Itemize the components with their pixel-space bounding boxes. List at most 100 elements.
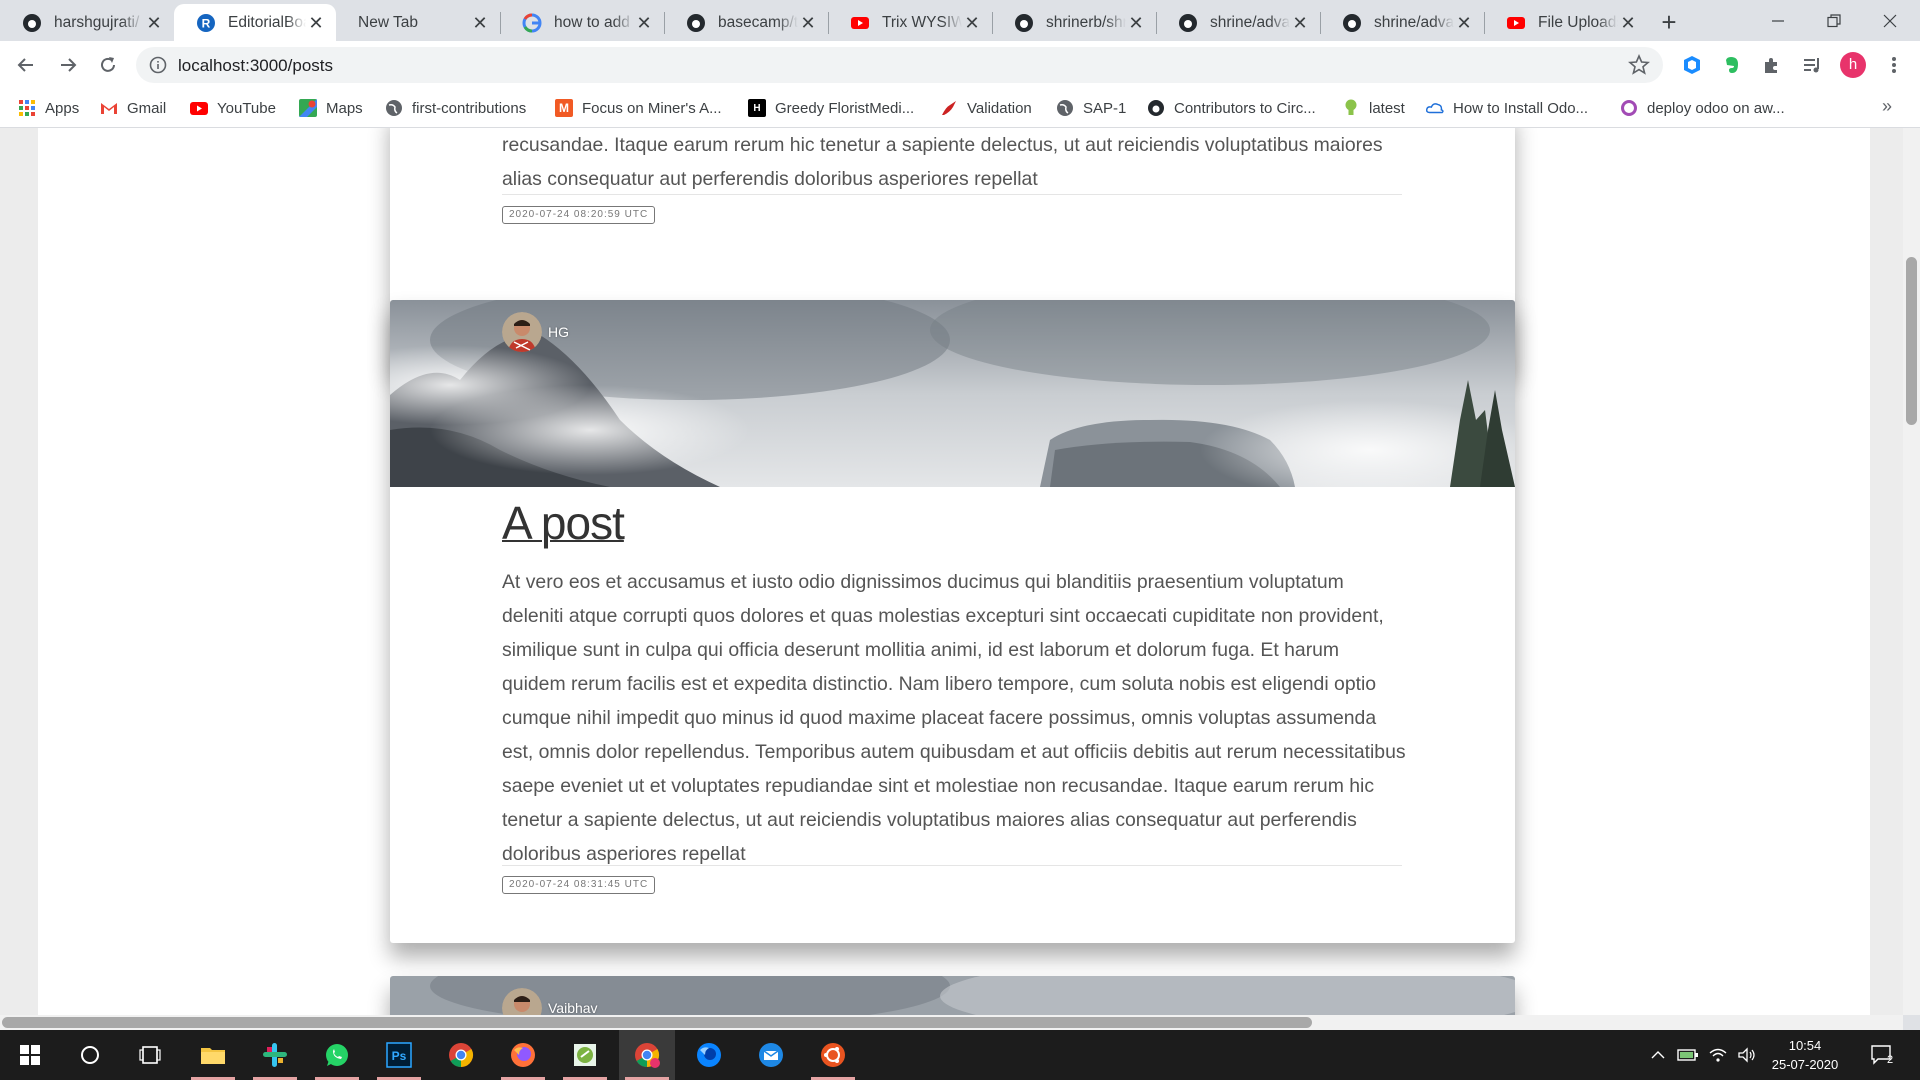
bookmark-first-contributions[interactable]: first-contributions: [385, 98, 526, 118]
reload-button[interactable]: [92, 49, 124, 81]
chrome-icon[interactable]: [433, 1030, 489, 1080]
maps-icon: [299, 99, 317, 117]
close-tab-icon[interactable]: ✕: [1290, 13, 1310, 33]
hackerrank-icon: H: [748, 99, 766, 117]
youtube-icon: [190, 99, 208, 117]
tab-shrine-advanced-1[interactable]: shrine/advan ✕: [1156, 4, 1320, 41]
close-tab-icon[interactable]: ✕: [798, 13, 818, 33]
url-text[interactable]: localhost:3000/posts: [178, 56, 333, 76]
close-tab-icon[interactable]: ✕: [1618, 13, 1638, 33]
tab-google-search[interactable]: how to add t ✕: [500, 4, 664, 41]
slack-icon[interactable]: [247, 1030, 303, 1080]
minimize-button[interactable]: [1750, 0, 1806, 41]
battery-icon[interactable]: [1674, 1030, 1702, 1080]
bookmark-contributors[interactable]: Contributors to Circ...: [1147, 98, 1316, 118]
author-avatar: [502, 988, 542, 1015]
bookmark-gmail[interactable]: Gmail: [100, 98, 166, 118]
photoshop-icon[interactable]: Ps: [371, 1030, 427, 1080]
new-tab-button[interactable]: +: [1655, 9, 1683, 37]
restore-button[interactable]: [1806, 0, 1862, 41]
windows-taskbar: Ps 10:54 25-07-2020 2: [0, 1030, 1920, 1080]
extensions-puzzle-icon[interactable]: [1760, 53, 1784, 77]
post-divider: [502, 194, 1402, 195]
whatsapp-icon[interactable]: [309, 1030, 365, 1080]
author-name[interactable]: Vaibhav: [548, 1000, 598, 1015]
google-icon: [522, 12, 542, 33]
bookmark-apps[interactable]: Apps: [18, 98, 79, 118]
bookmark-deploy-odoo[interactable]: deploy odoo on aw...: [1620, 98, 1785, 118]
bookmark-youtube[interactable]: YouTube: [190, 98, 276, 118]
post-timestamp: 2020-07-24 08:31:45 UTC: [502, 876, 656, 894]
close-tab-icon[interactable]: ✕: [962, 13, 982, 33]
svg-text:Ps: Ps: [392, 1049, 407, 1063]
close-tab-icon[interactable]: ✕: [1126, 13, 1146, 33]
system-clock[interactable]: 10:54 25-07-2020: [1762, 1036, 1848, 1074]
globe-icon: [1056, 99, 1074, 117]
profile-avatar[interactable]: h: [1840, 52, 1866, 78]
tab-new-tab[interactable]: New Tab ✕: [336, 4, 500, 41]
file-explorer-icon[interactable]: [185, 1030, 241, 1080]
bookmark-greedy-florist[interactable]: H Greedy FloristMedi...: [748, 98, 914, 118]
media-control-icon[interactable]: [1800, 53, 1824, 77]
notification-center-icon[interactable]: 2: [1862, 1030, 1902, 1080]
task-view-icon[interactable]: [122, 1030, 178, 1080]
close-tab-icon[interactable]: ✕: [1454, 13, 1474, 33]
tab-editorialboard[interactable]: R EditorialBoard ✕: [174, 4, 336, 41]
github-icon: [22, 13, 42, 33]
windows-start-icon[interactable]: [2, 1030, 58, 1080]
search-circle-icon[interactable]: [62, 1030, 118, 1080]
youtube-icon: [850, 13, 870, 33]
chrome-profile-icon[interactable]: [619, 1030, 675, 1080]
bookmark-sap-1[interactable]: SAP-1: [1056, 98, 1126, 118]
tab-basecamp-trix[interactable]: basecamp/tr ✕: [664, 4, 828, 41]
clock-date: 25-07-2020: [1771, 1057, 1839, 1072]
vertical-scroll-thumb[interactable]: [1906, 257, 1917, 425]
firefox-icon[interactable]: [495, 1030, 551, 1080]
firefox-dev-icon[interactable]: [681, 1030, 737, 1080]
bookmark-star-icon[interactable]: [1627, 53, 1651, 77]
info-icon[interactable]: [148, 55, 168, 75]
vertical-scrollbar[interactable]: [1903, 128, 1920, 1015]
chevron-up-icon[interactable]: [1646, 1030, 1670, 1080]
evernote-icon[interactable]: [1720, 53, 1744, 77]
post-author[interactable]: HG: [502, 312, 569, 352]
volume-icon[interactable]: [1733, 1030, 1761, 1080]
bookmark-latest[interactable]: latest: [1342, 98, 1405, 118]
close-tab-icon[interactable]: ✕: [634, 13, 654, 33]
gmail-icon: [100, 99, 118, 117]
menu-kebab-icon[interactable]: [1882, 53, 1906, 77]
tab-file-uploads[interactable]: File Uploads ✕: [1484, 4, 1648, 41]
tab-harshgujrati[interactable]: harshgujrati/ ✕: [0, 4, 174, 41]
bookmarks-overflow-chevron-icon[interactable]: »: [1882, 96, 1892, 117]
bookmark-install-odoo[interactable]: How to Install Odo...: [1426, 98, 1588, 118]
horizontal-scrollbar[interactable]: [0, 1015, 1903, 1030]
address-bar[interactable]: localhost:3000/posts: [136, 47, 1663, 83]
ubuntu-icon[interactable]: [805, 1030, 861, 1080]
extension-shield-icon[interactable]: [1680, 53, 1704, 77]
post-title-link[interactable]: A post: [502, 496, 625, 550]
close-window-button[interactable]: [1862, 0, 1918, 41]
close-tab-icon[interactable]: ✕: [144, 13, 164, 33]
back-button[interactable]: [10, 49, 42, 81]
tab-shrinerb[interactable]: shrinerb/shr ✕: [992, 4, 1156, 41]
tab-shrine-advanced-2[interactable]: shrine/advan ✕: [1320, 4, 1484, 41]
close-tab-icon[interactable]: ✕: [470, 13, 490, 33]
bulb-icon: [1342, 99, 1360, 117]
notepad-icon[interactable]: [557, 1030, 613, 1080]
github-icon: [1178, 13, 1198, 33]
post-body: recusandae. Itaque earum rerum hic tenet…: [502, 134, 1383, 190]
bookmark-validation[interactable]: Validation: [940, 98, 1032, 118]
bookmark-focus-on-miners[interactable]: M Focus on Miner's A...: [555, 98, 722, 118]
arrow-right-icon: [61, 58, 77, 72]
author-name[interactable]: HG: [548, 324, 569, 340]
tab-trix-youtube[interactable]: Trix WYSIWY ✕: [828, 4, 992, 41]
close-tab-icon[interactable]: ✕: [306, 13, 326, 33]
reload-icon: [101, 57, 115, 72]
horizontal-scroll-thumb[interactable]: [2, 1017, 1312, 1028]
bookmark-maps[interactable]: Maps: [299, 98, 363, 118]
wifi-icon[interactable]: [1704, 1030, 1732, 1080]
mail-icon[interactable]: [743, 1030, 799, 1080]
cloud-icon: [1426, 99, 1444, 117]
post-author[interactable]: Vaibhav: [502, 988, 598, 1015]
forward-button[interactable]: [52, 49, 84, 81]
